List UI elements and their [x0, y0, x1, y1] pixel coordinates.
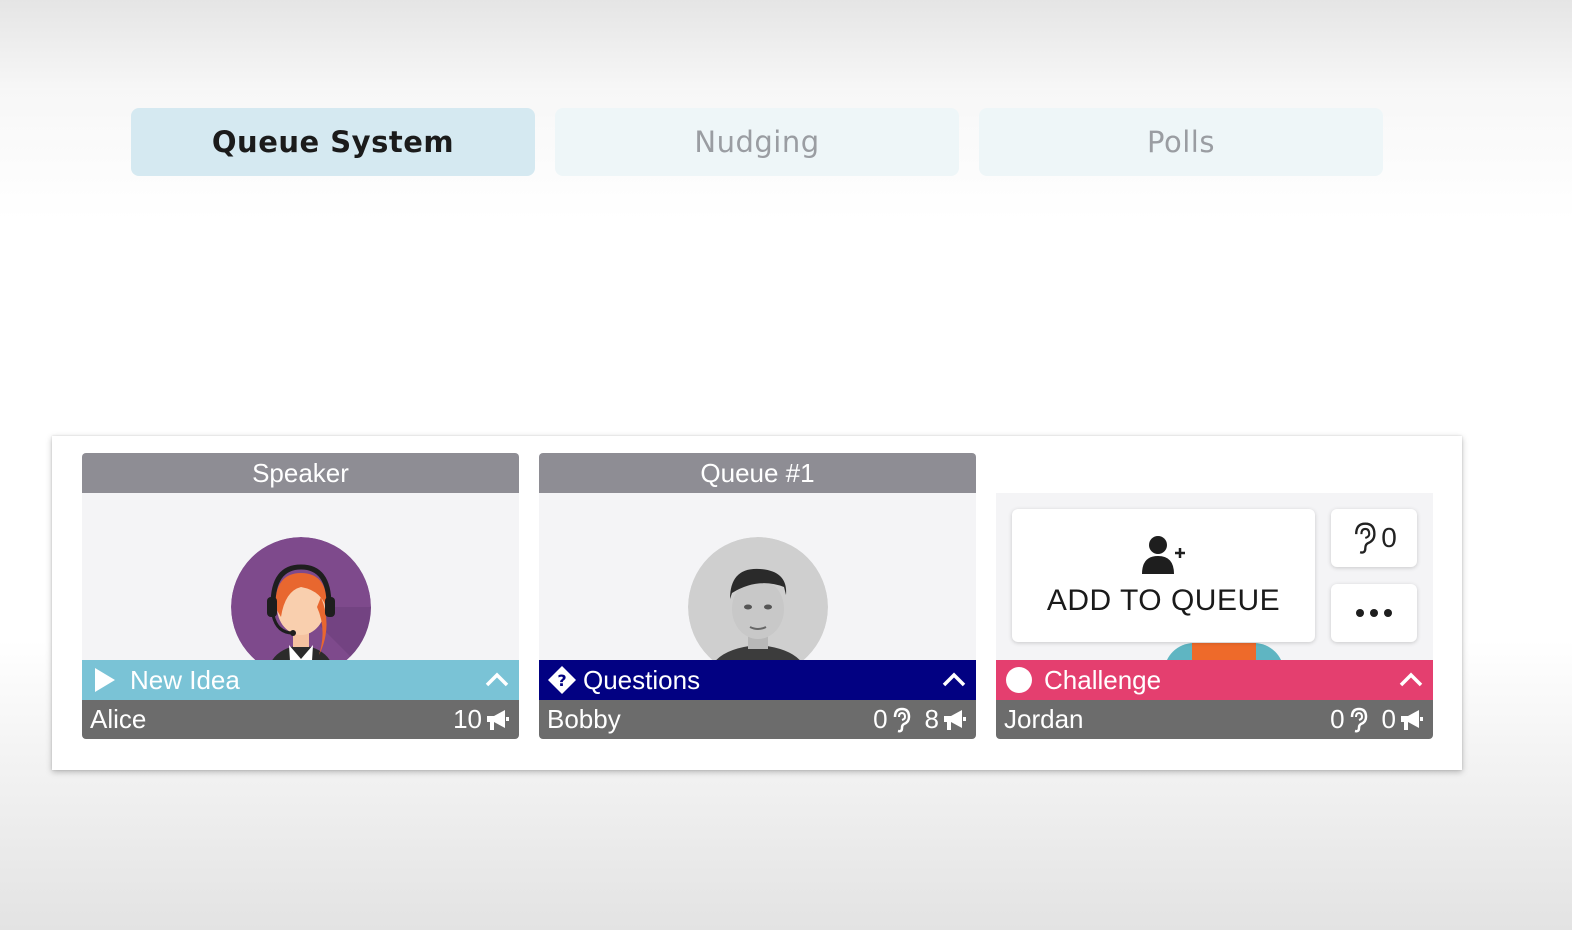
category-label: Challenge: [1044, 664, 1162, 695]
card-header: Queue #1: [539, 453, 976, 493]
stat-value: 0: [873, 704, 888, 734]
category-label: Questions: [583, 664, 701, 695]
listen-count: 0: [1330, 704, 1367, 735]
megaphone-icon: [487, 709, 509, 730]
stat-value: 0: [1381, 704, 1396, 734]
name-bar: Bobby 0 8: [539, 700, 976, 739]
photo-avatar-icon: [687, 537, 828, 660]
participant-name: Alice: [90, 704, 147, 734]
speak-count: 10: [453, 704, 511, 735]
tab-label: Nudging: [694, 125, 820, 159]
play-icon: [90, 665, 120, 695]
tab-nudging[interactable]: Nudging: [555, 108, 959, 176]
card-body: [82, 493, 519, 660]
queue-card-1: Queue #1 ? Questions Bobby 0 8: [539, 453, 976, 739]
category-bar[interactable]: Challenge: [996, 660, 1433, 700]
tab-queue-system[interactable]: Queue System: [131, 108, 535, 176]
card-body: [539, 493, 976, 660]
card-header: Speaker: [82, 453, 519, 493]
speaker-card: Speaker New Idea Alice 10: [82, 453, 519, 739]
circle-icon: [1004, 665, 1034, 695]
tab-polls[interactable]: Polls: [979, 108, 1383, 176]
category-label: New Idea: [130, 664, 240, 695]
stat-value: 8: [924, 704, 939, 734]
speak-count: 8: [925, 704, 968, 735]
avatar: [687, 537, 828, 660]
stat-value: 10: [453, 704, 482, 734]
name-bar: Alice 10: [82, 700, 519, 739]
listen-count: 0: [873, 704, 910, 735]
megaphone-icon: [944, 709, 966, 730]
queue-card-2: Challenge Jordan 0 0: [996, 453, 1433, 739]
tab-label: Queue System: [211, 125, 455, 159]
category-bar[interactable]: New Idea: [82, 660, 519, 700]
avatar: [230, 537, 371, 660]
speak-count: 0: [1382, 704, 1425, 735]
queue-panel: Speaker New Idea Alice 10 Queue #1 ? Que…: [52, 436, 1462, 770]
megaphone-icon: [1401, 709, 1423, 730]
participant-name: Bobby: [547, 704, 621, 734]
category-bar[interactable]: ? Questions: [539, 660, 976, 700]
question-diamond-icon: ?: [547, 665, 577, 695]
participant-name: Jordan: [1004, 704, 1084, 734]
ear-icon: [893, 707, 910, 732]
chevron-up-icon[interactable]: [483, 666, 511, 694]
chevron-up-icon[interactable]: [940, 666, 968, 694]
name-bar: Jordan 0 0: [996, 700, 1433, 739]
chevron-up-icon[interactable]: [1397, 666, 1425, 694]
svg-text:?: ?: [557, 671, 566, 690]
headset-person-avatar-icon: [230, 537, 371, 660]
stat-value: 0: [1330, 704, 1345, 734]
tab-label: Polls: [1147, 125, 1215, 159]
ear-icon: [1350, 707, 1367, 732]
